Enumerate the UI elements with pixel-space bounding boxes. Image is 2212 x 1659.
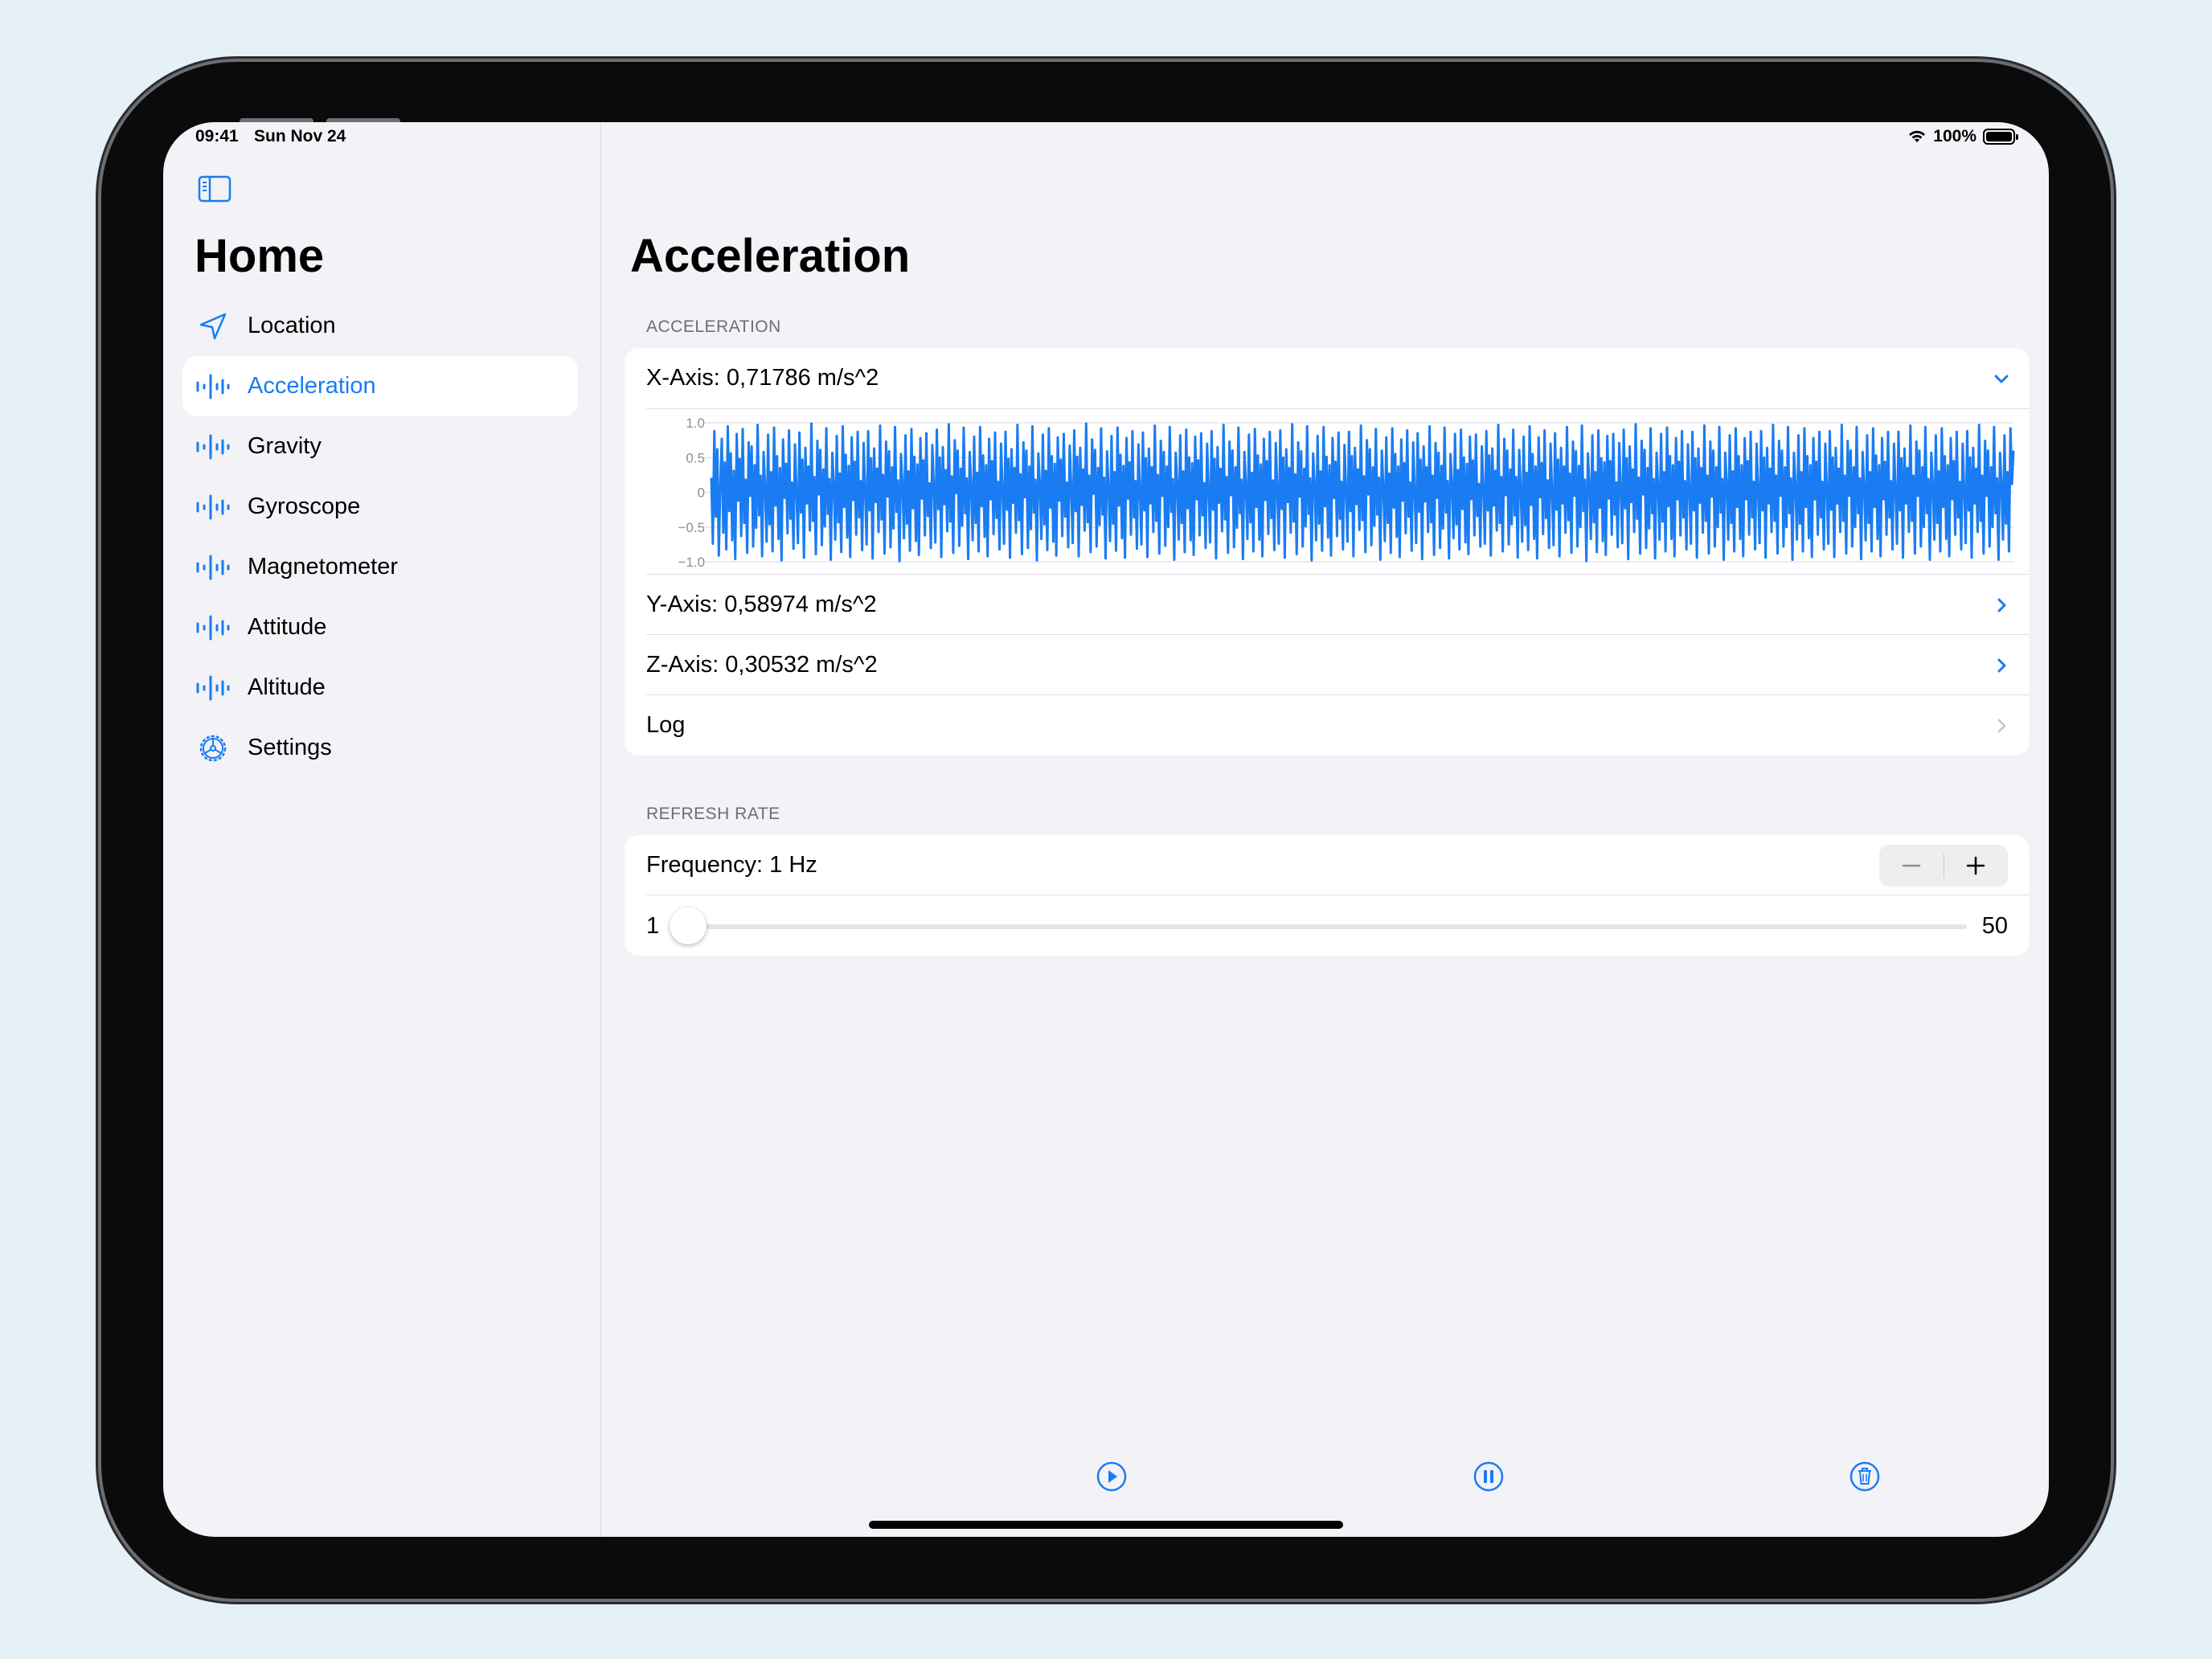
waveform-icon [195,610,231,645]
sidebar-item-label: Magnetometer [248,554,398,580]
main-content: Acceleration ACCELERATION X-Axis: 0,7178… [601,122,2049,1537]
x-axis-label: X-Axis: 0,71786 m/s^2 [646,365,879,391]
chevron-right-icon [1997,598,2006,612]
sidebar-nav: Location Acceleration Gravity Gyroscope [182,296,578,778]
frequency-slider-thumb[interactable] [670,907,707,944]
y-tick-label: 0.5 [686,450,705,465]
sidebar-item-gravity[interactable]: Gravity [182,416,578,477]
waveform-icon [195,369,231,404]
sidebar-item-label: Location [248,313,336,338]
slider-max-label: 50 [1981,913,2008,939]
sidebar-item-location[interactable]: Location [182,296,578,356]
y-tick-label: 0 [698,485,705,501]
sidebar: Home Location Acceleration Gravity Gyros… [163,122,601,1537]
y-axis-label: Y-Axis: 0,58974 m/s^2 [646,592,877,617]
sidebar-item-label: Altitude [248,674,326,700]
trash-button-icon[interactable] [1849,1460,1881,1493]
x-axis-chart: 1.0 0.5 0 −0.5 −1.0 [625,408,2030,575]
acceleration-card: X-Axis: 0,71786 m/s^2 1.0 0.5 0 −0.5 −1.0 Y-… [625,348,2030,756]
sidebar-toggle-icon[interactable] [198,175,231,203]
frequency-row: Frequency: 1 Hz [625,835,2030,895]
y-axis-row[interactable]: Y-Axis: 0,58974 m/s^2 [625,575,2030,635]
slider-min-label: 1 [646,913,660,939]
frequency-label: Frequency: 1 Hz [646,852,817,878]
frequency-slider-track[interactable] [681,924,1967,929]
plus-icon [1967,856,1985,875]
location-arrow-icon [195,309,231,344]
sidebar-item-magnetometer[interactable]: Magnetometer [182,537,578,597]
page-title: Acceleration [630,230,911,282]
y-tick-label: −1.0 [678,555,705,570]
screen: 09:41 Sun Nov 24 100% Home Location Acce… [163,122,2049,1537]
waveform-icon [195,490,231,525]
z-axis-label: Z-Axis: 0,30532 m/s^2 [646,652,878,678]
acceleration-series-line [710,422,2015,563]
sidebar-item-label: Attitude [248,614,327,640]
pause-button-icon[interactable] [1473,1460,1505,1493]
gear-icon [195,731,231,766]
acceleration-line-chart: 1.0 0.5 0 −0.5 −1.0 [678,416,2015,570]
waveform-icon [195,429,231,465]
sidebar-item-label: Gyroscope [248,494,361,519]
sidebar-item-altitude[interactable]: Altitude [182,657,578,718]
stepper-increment-button[interactable] [1944,845,2009,887]
frequency-slider-row: 1 50 [625,895,2030,956]
chevron-right-icon [1997,719,2006,732]
y-tick-label: −0.5 [678,520,705,535]
chevron-down-icon [1994,375,2009,383]
sidebar-item-acceleration[interactable]: Acceleration [182,356,578,416]
log-row[interactable]: Log [625,695,2030,756]
log-label: Log [646,712,686,738]
y-tick-label: 1.0 [686,416,705,431]
refresh-rate-card: Frequency: 1 Hz 1 50 [625,835,2030,956]
sidebar-item-label: Settings [248,735,332,760]
sidebar-item-settings[interactable]: Settings [182,718,578,778]
sidebar-item-attitude[interactable]: Attitude [182,597,578,657]
chevron-right-icon [1997,658,2006,672]
section-header-refresh-rate: REFRESH RATE [646,805,780,823]
play-button-icon[interactable] [1096,1460,1128,1493]
sidebar-title: Home [195,230,325,282]
waveform-icon [195,670,231,706]
z-axis-row[interactable]: Z-Axis: 0,30532 m/s^2 [625,635,2030,695]
stepper-decrement-button[interactable] [1879,845,1944,887]
frequency-stepper[interactable] [1879,845,2008,887]
home-indicator[interactable] [869,1521,1343,1529]
sidebar-item-label: Acceleration [248,373,376,399]
waveform-icon [195,550,231,585]
x-axis-row[interactable]: X-Axis: 0,71786 m/s^2 [625,348,2030,408]
section-header-acceleration: ACCELERATION [646,317,781,336]
sidebar-item-label: Gravity [248,433,322,459]
sidebar-item-gyroscope[interactable]: Gyroscope [182,477,578,537]
minus-icon [1902,864,1920,867]
